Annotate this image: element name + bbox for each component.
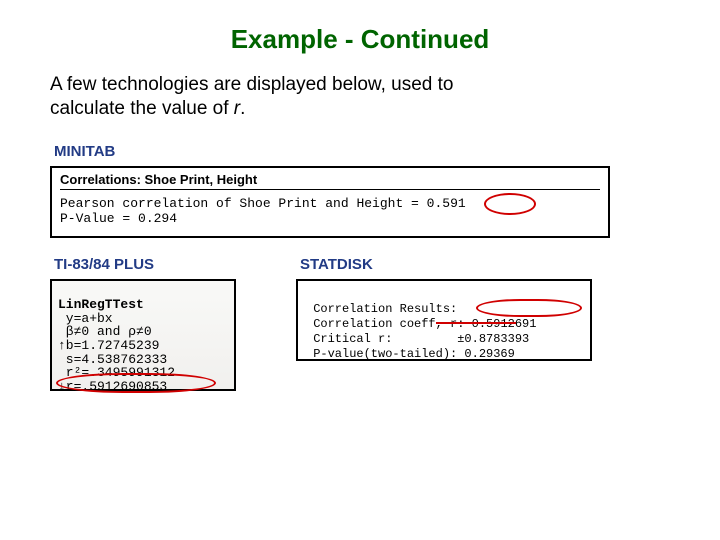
minitab-header: Correlations: Shoe Print, Height	[60, 172, 600, 187]
ti-output-box: LinRegTTest y=a+bx β≠0 and ρ≠0 ↑b=1.7274…	[50, 279, 236, 391]
statdisk-line-2-pre: Correlation coeff,	[306, 317, 450, 331]
intro-line-1: A few technologies are displayed below, …	[50, 74, 454, 95]
intro-line-2: calculate the value of	[50, 98, 234, 119]
statdisk-section: STATDISK Correlation Results: Correlatio…	[296, 256, 592, 361]
ti-label: TI-83/84 PLUS	[54, 256, 236, 273]
statdisk-line-2: Correlation coeff, r: 0.5912691	[306, 317, 536, 331]
statdisk-label: STATDISK	[300, 256, 592, 273]
intro-period: .	[240, 98, 245, 119]
minitab-rule	[60, 189, 600, 190]
minitab-label: MINITAB	[54, 143, 620, 160]
statdisk-line-3: Critical r: ±0.8783393	[306, 332, 529, 346]
statdisk-line-1: Correlation Results:	[306, 302, 457, 316]
minitab-pearson-line: Pearson correlation of Shoe Print and He…	[60, 196, 600, 211]
minitab-pearson-pre: Pearson correlation of Shoe Print and He…	[60, 196, 427, 211]
minitab-section: MINITAB Correlations: Shoe Print, Height…	[50, 143, 620, 238]
ti-section: TI-83/84 PLUS LinRegTTest y=a+bx β≠0 and…	[50, 256, 236, 391]
circle-annotation-icon	[476, 299, 582, 317]
minitab-output-box: Correlations: Shoe Print, Height Pearson…	[50, 166, 610, 238]
statdisk-output-box: Correlation Results: Correlation coeff, …	[296, 279, 592, 361]
ti-line-7: ↓r=.5912690853	[58, 379, 167, 394]
statdisk-line-4: P-value(two-tailed): 0.29369	[306, 347, 515, 361]
minitab-pvalue-line: P-Value = 0.294	[60, 211, 600, 226]
figure-panel: MINITAB Correlations: Shoe Print, Height…	[50, 143, 620, 391]
intro-text: A few technologies are displayed below, …	[50, 73, 670, 121]
minitab-pearson-val: 0.591	[427, 196, 466, 211]
page-title: Example - Continued	[50, 24, 670, 55]
statdisk-line-2-val: r: 0.5912691	[450, 317, 536, 331]
